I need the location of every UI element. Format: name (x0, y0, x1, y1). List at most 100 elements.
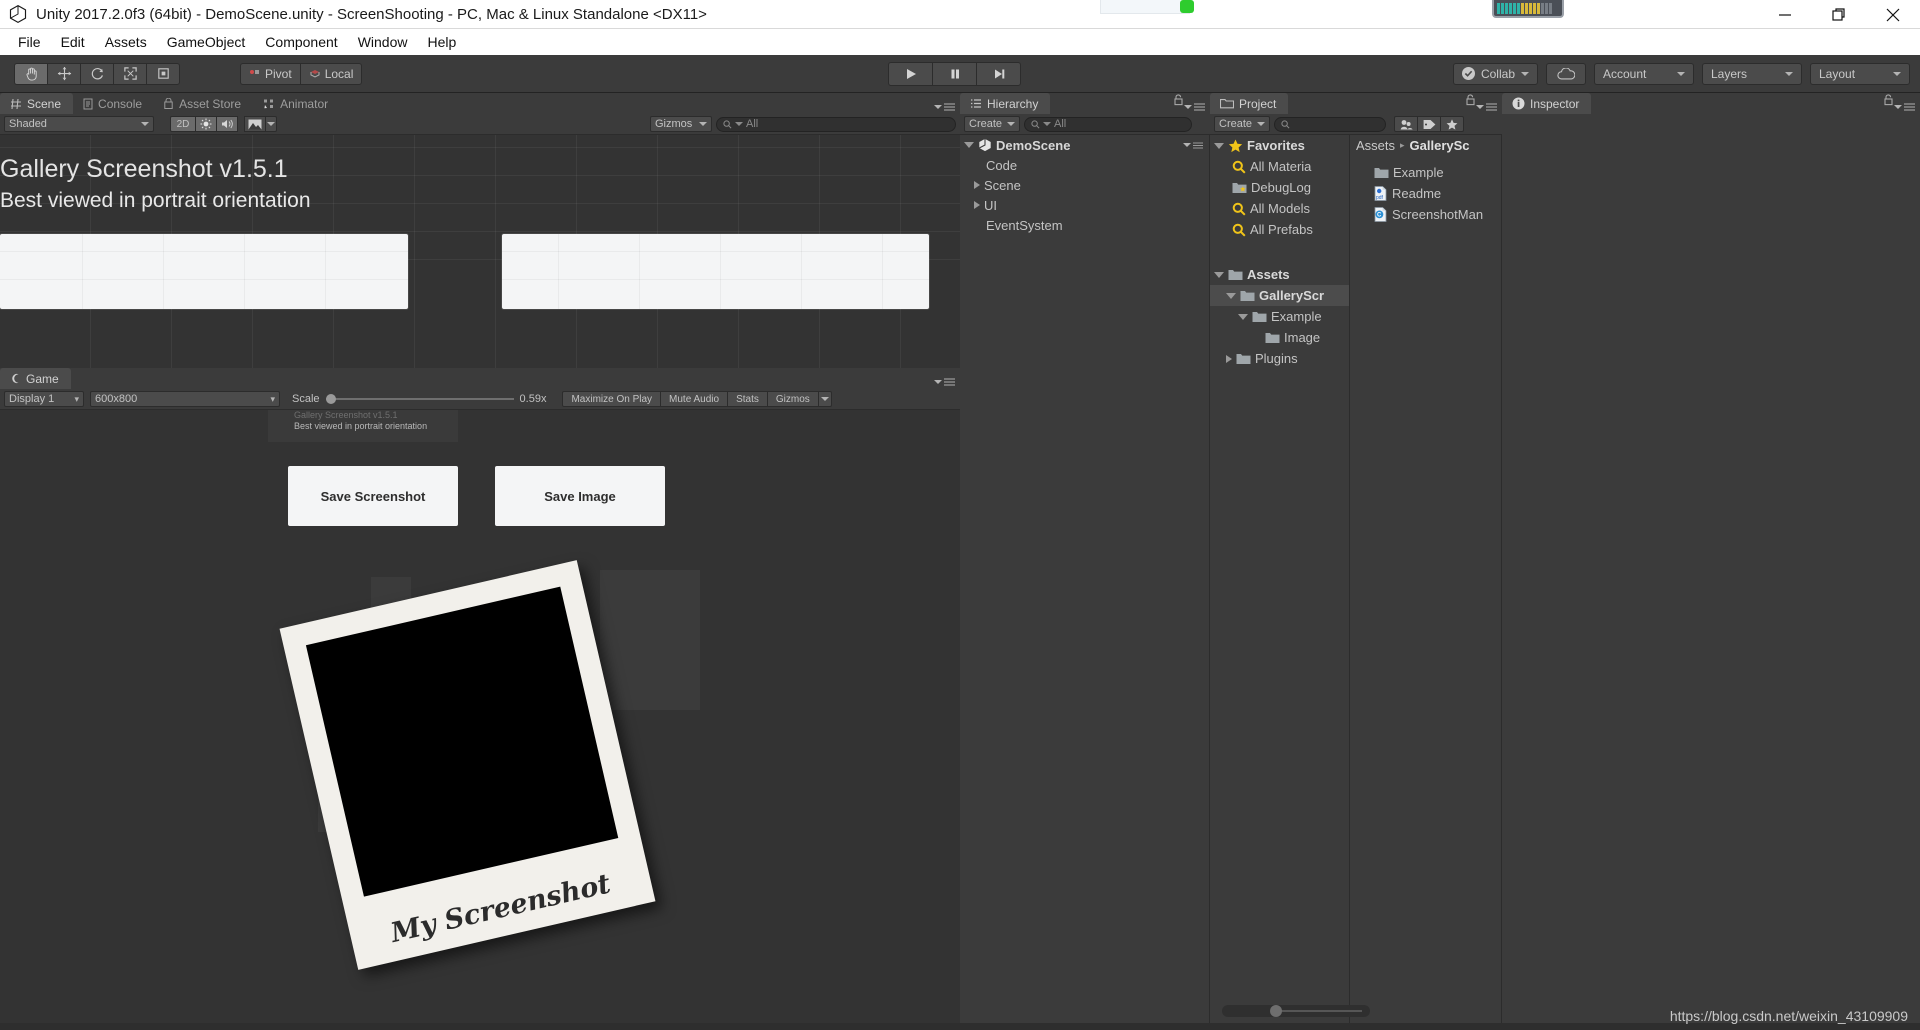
project-item-images[interactable]: Image (1210, 327, 1349, 348)
project-item-plugins[interactable]: Plugins (1210, 348, 1349, 369)
scene-viewport[interactable]: Gallery Screenshot v1.5.1 Best viewed in… (0, 135, 960, 368)
save-image-button[interactable]: Save Image (495, 466, 665, 526)
scale-tool[interactable] (113, 62, 147, 85)
scene-search-input[interactable]: All (716, 116, 956, 132)
hierarchy-item-code[interactable]: Code (960, 155, 1209, 175)
panel-menu-icon[interactable] (1476, 103, 1497, 111)
project-content-example[interactable]: Example (1350, 162, 1501, 183)
display-dropdown[interactable]: Display 1 ▾ (4, 391, 84, 407)
filter-favorites-icon[interactable] (1440, 116, 1464, 132)
tab-scene[interactable]: Scene (0, 93, 74, 114)
lighting-toggle[interactable] (195, 116, 217, 132)
stats-toggle[interactable]: Stats (727, 391, 768, 407)
menu-window[interactable]: Window (348, 32, 418, 52)
collab-button[interactable]: Collab (1452, 62, 1538, 85)
menu-file[interactable]: File (8, 32, 51, 52)
scene-button-save-image[interactable] (502, 234, 929, 309)
audio-toggle[interactable] (216, 116, 238, 132)
chevron-down-icon[interactable] (1238, 313, 1248, 320)
horizontal-scrollbar[interactable] (1222, 1005, 1370, 1017)
move-tool[interactable] (47, 62, 81, 85)
menu-component[interactable]: Component (255, 32, 347, 52)
hierarchy-item-ui[interactable]: UI (960, 195, 1209, 215)
panel-menu-icon[interactable] (934, 378, 955, 386)
effects-toggle[interactable] (244, 116, 266, 132)
hierarchy-item-scene[interactable]: Scene (960, 175, 1209, 195)
polaroid-frame[interactable]: My Screenshot (279, 560, 656, 970)
play-button[interactable] (888, 61, 933, 86)
project-item-all-materials[interactable]: All Materia (1210, 156, 1349, 177)
pivot-toggle[interactable]: Pivot (240, 62, 301, 85)
close-icon[interactable] (1866, 0, 1920, 29)
gizmos-dropdown[interactable]: Gizmos (650, 116, 712, 132)
project-item-debuglog[interactable]: DebugLog (1210, 177, 1349, 198)
menu-assets[interactable]: Assets (95, 32, 157, 52)
maximize-icon[interactable] (1812, 0, 1866, 29)
tab-inspector[interactable]: Inspector (1502, 93, 1592, 114)
chevron-down-icon[interactable] (964, 142, 974, 148)
step-button[interactable] (976, 61, 1021, 86)
hierarchy-item-eventsystem[interactable]: EventSystem (960, 215, 1209, 235)
breadcrumb-assets[interactable]: Assets (1356, 138, 1395, 153)
scene-button-save-screenshot[interactable] (0, 234, 408, 309)
pause-button[interactable] (932, 61, 977, 86)
game-gizmos-toggle[interactable]: Gizmos (766, 391, 819, 407)
lock-icon[interactable] (1883, 93, 1894, 111)
save-screenshot-button[interactable]: Save Screenshot (288, 466, 458, 526)
menu-help[interactable]: Help (417, 32, 466, 52)
project-item-example[interactable]: Example (1210, 306, 1349, 327)
scale-slider-knob[interactable] (325, 394, 336, 404)
chevron-down-icon[interactable] (1214, 142, 1224, 149)
account-button[interactable]: Account (1594, 62, 1694, 85)
menu-edit[interactable]: Edit (51, 32, 95, 52)
hierarchy-item-demoscene[interactable]: DemoScene (960, 135, 1209, 155)
tab-asset-store[interactable]: Asset Store (154, 93, 253, 114)
chevron-down-icon[interactable] (1226, 292, 1236, 299)
panel-menu-icon[interactable] (934, 103, 955, 111)
rect-transform-icon[interactable] (146, 62, 180, 85)
breadcrumb-galleryscreenshot[interactable]: GallerySc (1410, 138, 1470, 153)
shading-mode-dropdown[interactable]: Shaded (4, 116, 154, 132)
cloud-button[interactable] (1546, 62, 1586, 85)
filter-by-type-icon[interactable] (1394, 116, 1418, 132)
maximize-on-play-toggle[interactable]: Maximize On Play (562, 391, 662, 407)
chevron-down-icon[interactable] (1214, 271, 1224, 278)
filter-by-label-icon[interactable] (1417, 116, 1441, 132)
effects-dropdown[interactable] (265, 116, 277, 132)
panel-menu-icon[interactable] (1184, 103, 1205, 111)
mute-audio-toggle[interactable]: Mute Audio (660, 391, 729, 407)
tab-project[interactable]: Project (1210, 93, 1289, 114)
hierarchy-search-input[interactable]: All (1024, 116, 1192, 132)
tab-hierarchy[interactable]: Hierarchy (960, 93, 1051, 114)
scale-slider[interactable]: Scale 0.59x (292, 393, 546, 405)
tab-animator[interactable]: Animator (253, 93, 340, 114)
local-toggle[interactable]: Local (299, 62, 363, 85)
project-create-button[interactable]: Create (1214, 116, 1270, 132)
rotate-tool[interactable] (80, 62, 114, 85)
menu-gameobject[interactable]: GameObject (157, 32, 256, 52)
minimize-icon[interactable] (1758, 0, 1812, 29)
lock-icon[interactable] (1465, 93, 1476, 111)
tab-console[interactable]: Console (73, 93, 154, 114)
tab-game[interactable]: Game (0, 368, 71, 389)
layout-button[interactable]: Layout (1810, 62, 1910, 85)
scene-context-menu-icon[interactable] (1183, 141, 1203, 149)
panel-menu-icon[interactable] (1894, 103, 1915, 111)
project-item-assets[interactable]: Assets (1210, 264, 1349, 285)
game-gizmos-dropdown[interactable] (817, 391, 832, 407)
lock-icon[interactable] (1173, 93, 1184, 111)
chevron-right-icon[interactable] (974, 201, 980, 209)
project-content-readme[interactable]: pdf Readme (1350, 183, 1501, 204)
chevron-right-icon[interactable] (1226, 354, 1232, 363)
project-content-screenshotmanager[interactable]: C ScreenshotMan (1350, 204, 1501, 225)
project-item-all-prefabs[interactable]: All Prefabs (1210, 219, 1349, 240)
hand-tool[interactable] (14, 62, 48, 85)
project-item-favorites[interactable]: Favorites (1210, 135, 1349, 156)
project-item-galleryscreenshot[interactable]: GalleryScr (1210, 285, 1349, 306)
hierarchy-create-button[interactable]: Create (964, 116, 1020, 132)
scrollbar-knob[interactable] (1270, 1005, 1282, 1017)
project-item-all-models[interactable]: All Models (1210, 198, 1349, 219)
game-viewport[interactable]: Gallery Screenshot v1.5.1 Best viewed in… (0, 410, 960, 1023)
project-search-input[interactable] (1274, 116, 1386, 132)
toggle-2d[interactable]: 2D (170, 116, 196, 132)
